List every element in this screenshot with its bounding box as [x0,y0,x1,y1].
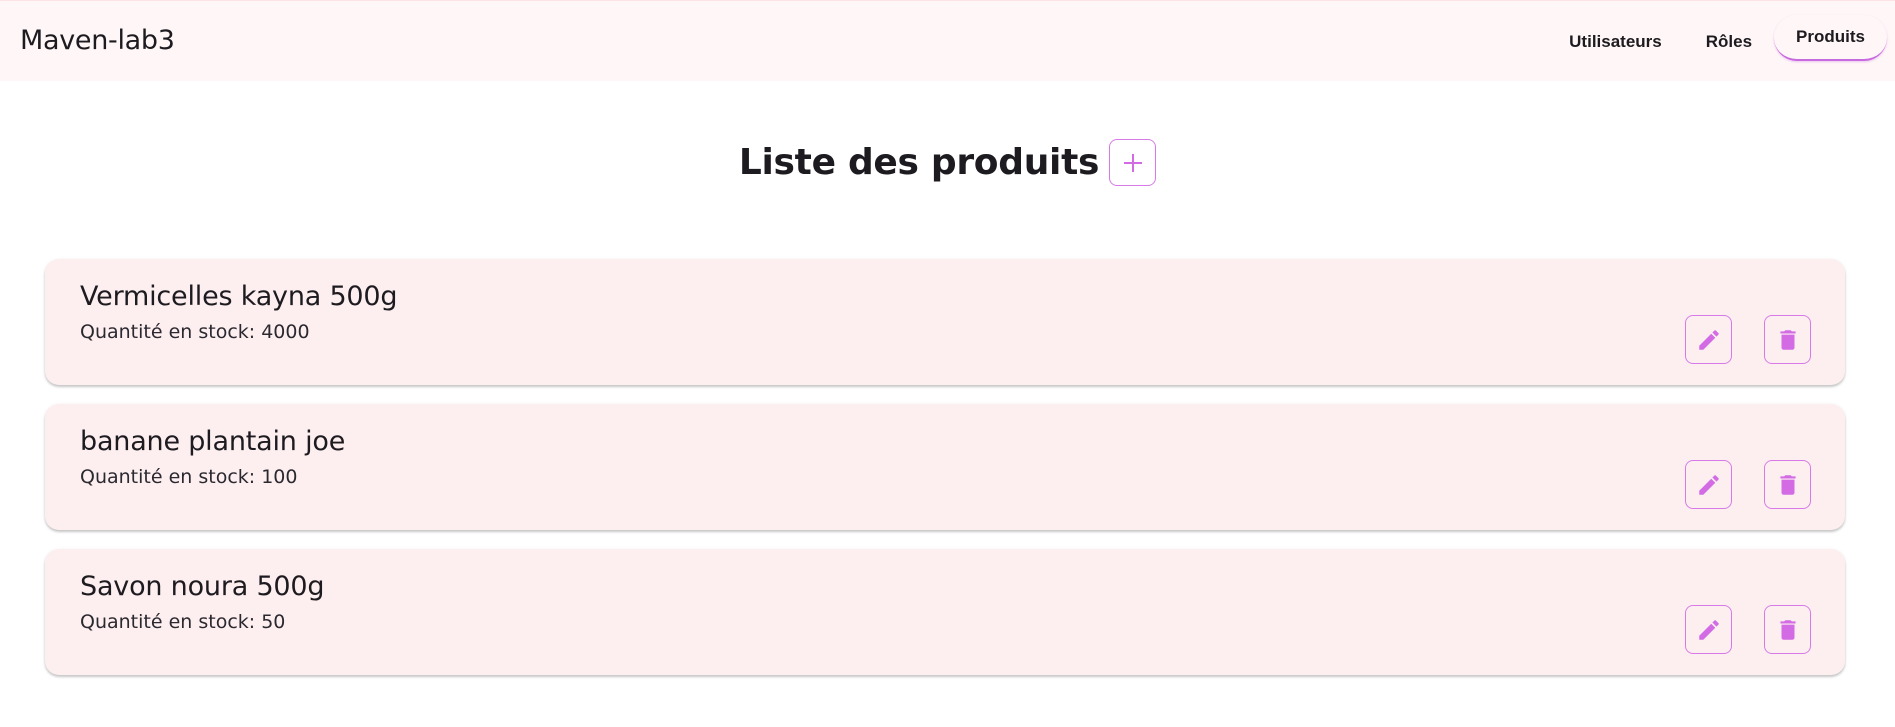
delete-product-button[interactable] [1764,605,1811,654]
trash-icon [1779,474,1796,495]
product-actions [1685,460,1811,509]
product-actions [1685,315,1811,364]
plus-icon [1123,153,1142,172]
product-stock: Quantité en stock: 100 [80,466,298,488]
nav-item-produits[interactable]: Produits [1774,15,1887,61]
top-app-bar: Maven-lab3 Utilisateurs Rôles Produits [0,0,1895,81]
edit-product-button[interactable] [1685,315,1732,364]
delete-product-button[interactable] [1764,460,1811,509]
product-card: Savon noura 500g Quantité en stock: 50 [45,549,1845,675]
page-heading: Liste des produits [0,139,1895,186]
nav-item-roles[interactable]: Rôles [1684,19,1774,65]
edit-product-button[interactable] [1685,605,1732,654]
trash-icon [1779,329,1796,350]
product-name: banane plantain joe [80,426,346,457]
product-list: Vermicelles kayna 500g Quantité en stock… [45,259,1845,694]
product-actions [1685,605,1811,654]
product-name: Savon noura 500g [80,571,325,602]
pencil-icon [1698,474,1719,495]
add-product-button[interactable] [1109,139,1157,186]
nav-item-utilisateurs[interactable]: Utilisateurs [1547,19,1684,65]
product-stock: Quantité en stock: 4000 [80,321,310,343]
pencil-icon [1698,329,1719,350]
page-title: Liste des produits [738,142,1100,183]
delete-product-button[interactable] [1764,315,1811,364]
edit-product-button[interactable] [1685,460,1732,509]
product-stock: Quantité en stock: 50 [80,611,286,633]
app-title: Maven-lab3 [20,25,175,56]
product-card: Vermicelles kayna 500g Quantité en stock… [45,259,1845,385]
trash-icon [1779,619,1796,640]
main-nav: Utilisateurs Rôles Produits [1547,19,1887,65]
product-name: Vermicelles kayna 500g [80,281,398,312]
product-card: banane plantain joe Quantité en stock: 1… [45,404,1845,530]
pencil-icon [1698,619,1719,640]
